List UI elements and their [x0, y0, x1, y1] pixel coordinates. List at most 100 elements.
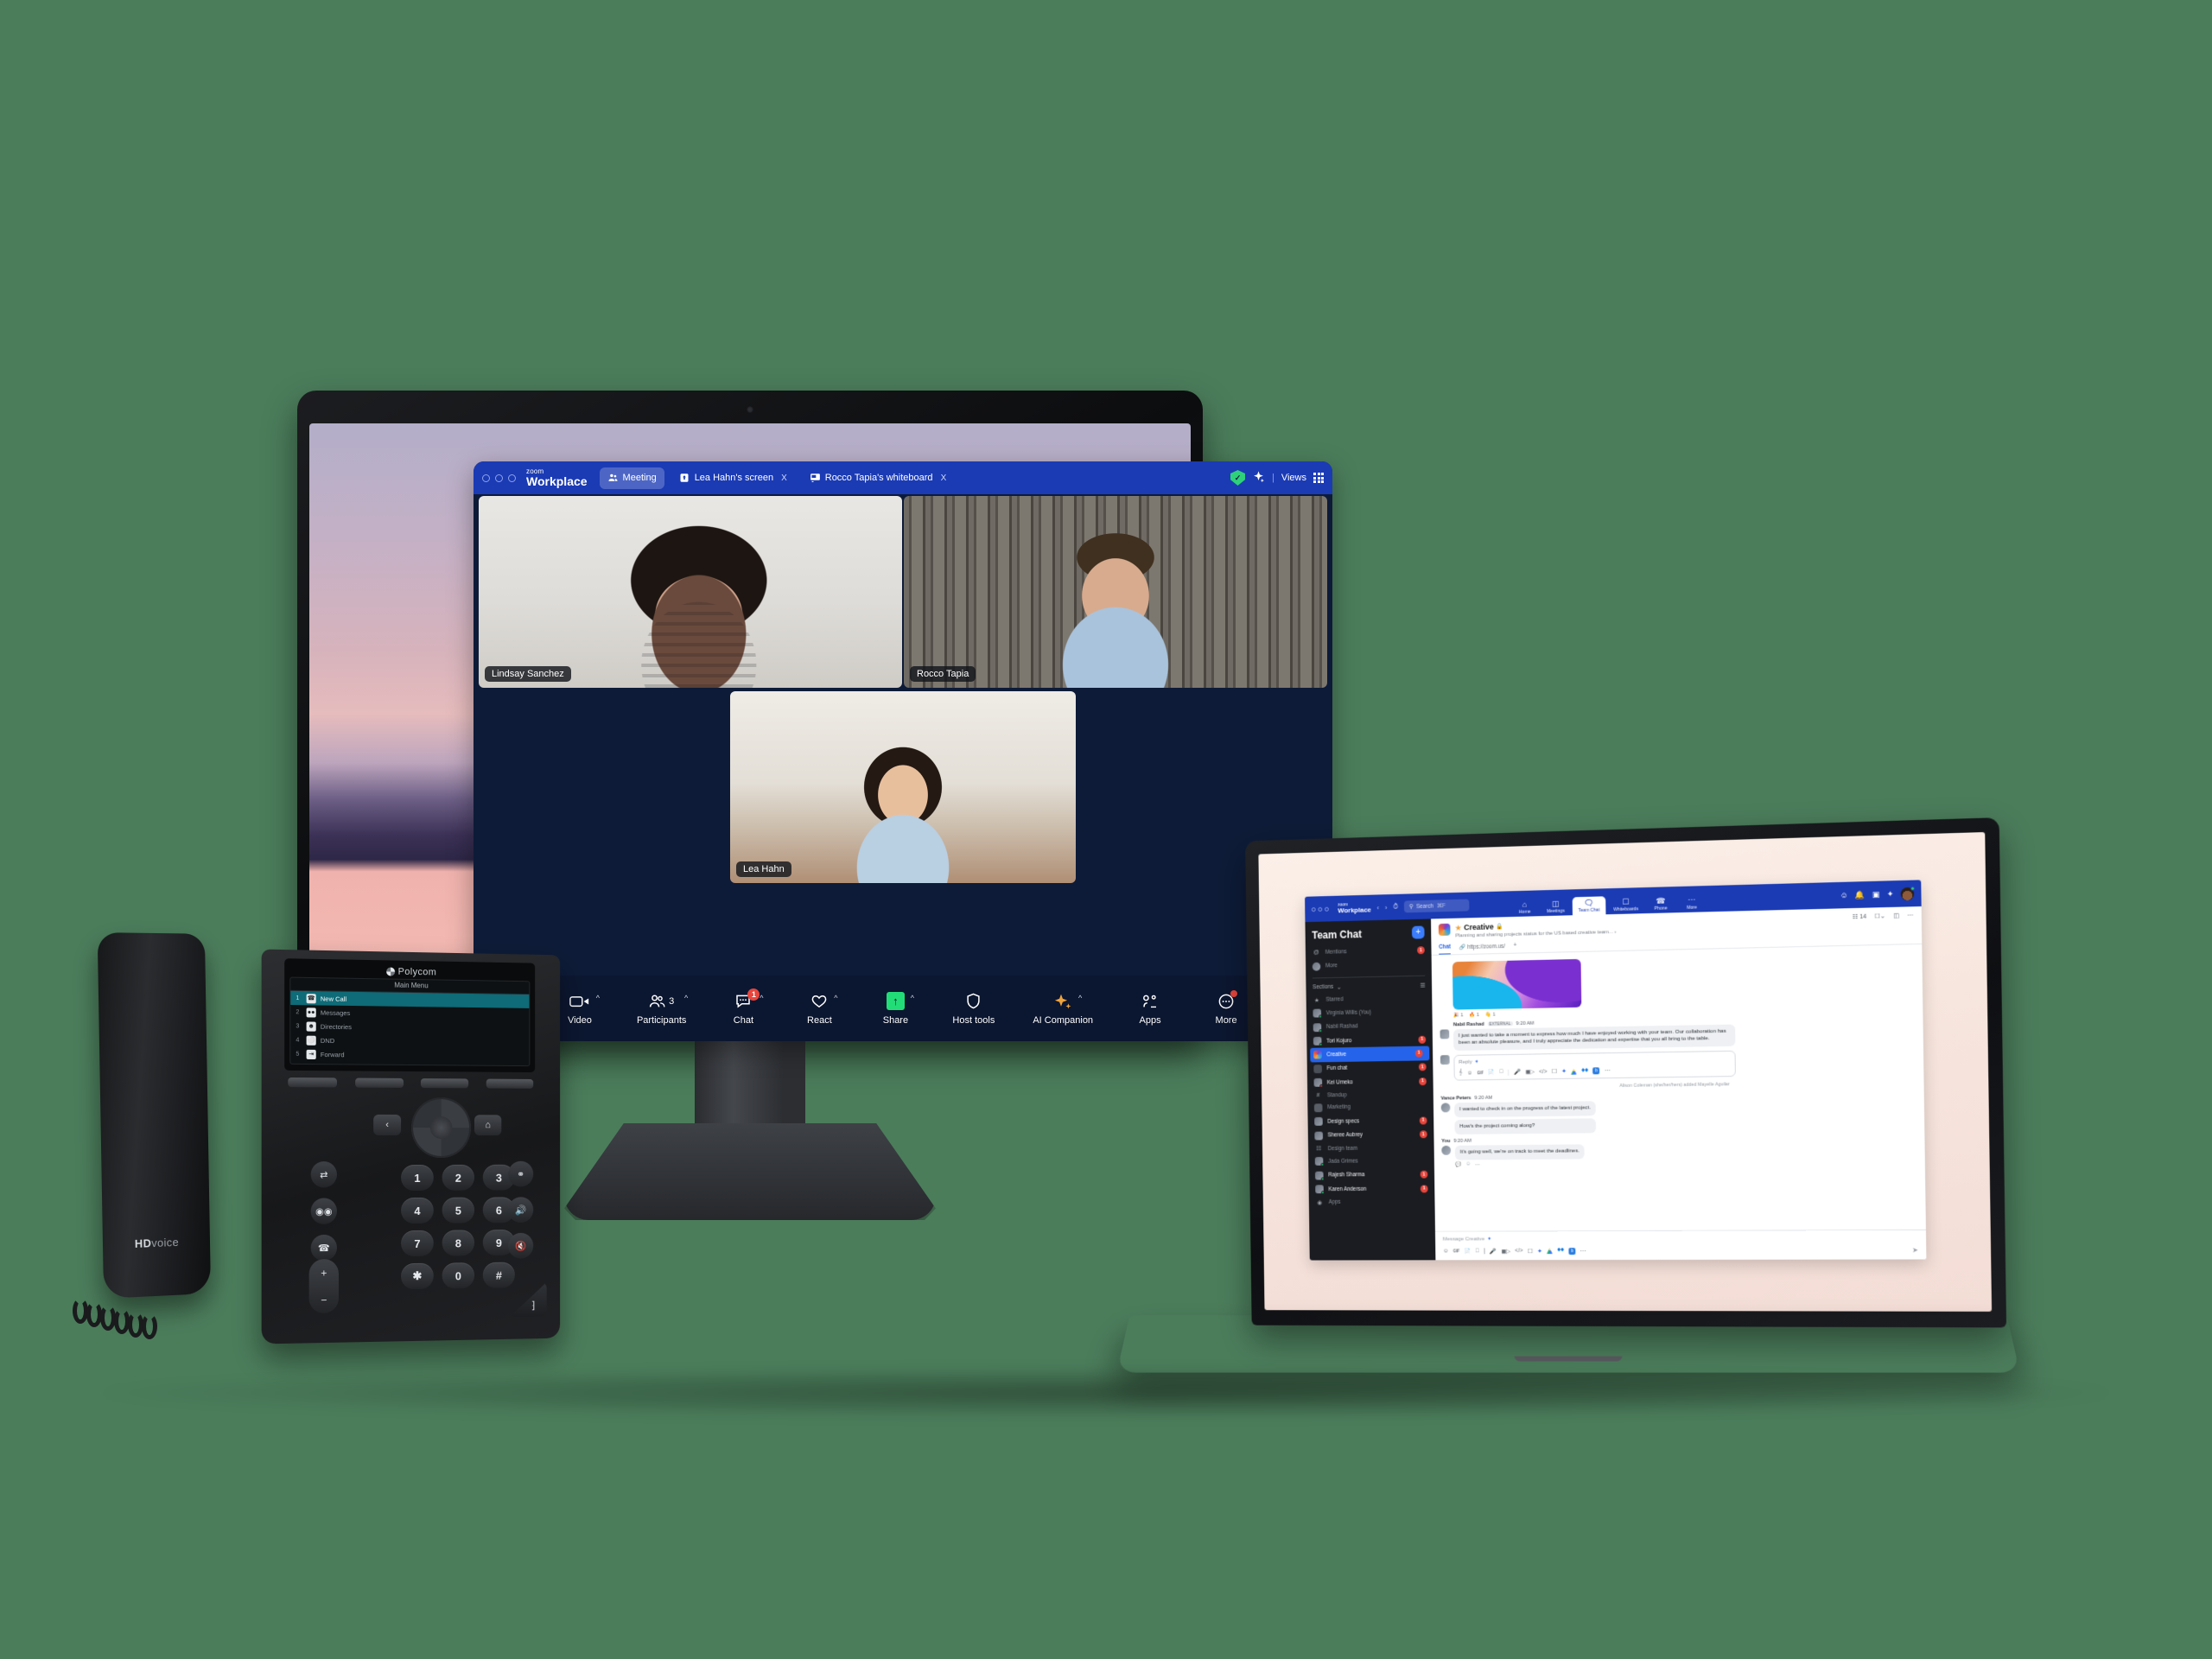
sidebar-item-design-team[interactable]: ☷ Design team	[1308, 1141, 1434, 1154]
participants-button[interactable]: 3 ^ Participants	[637, 992, 688, 1026]
volume-up-button[interactable]: +	[321, 1267, 327, 1279]
navigation-dpad[interactable]	[411, 1096, 472, 1159]
video-message-icon[interactable]: ◼▷	[1501, 1248, 1510, 1255]
sidebar-item-more[interactable]: More	[1306, 957, 1432, 973]
close-icon[interactable]: X	[941, 474, 947, 483]
more-ellipsis-icon[interactable]: ⋯	[1907, 912, 1913, 918]
tab-meetings[interactable]: ◫ Meetings	[1541, 897, 1571, 916]
keypad-key-2[interactable]: 2	[442, 1164, 475, 1191]
tab-more[interactable]: ⋯ More	[1677, 893, 1707, 912]
keypad-key-8[interactable]: 8	[442, 1230, 475, 1256]
sidebar-item-jada-grimes[interactable]: Jada Grimes	[1308, 1154, 1434, 1168]
host-tools-button[interactable]: Host tools	[952, 992, 995, 1026]
emoji-icon[interactable]: ☺	[1443, 1248, 1449, 1254]
chevron-up-icon[interactable]: ^	[760, 994, 763, 1002]
members-count[interactable]: ☷ 14	[1853, 913, 1867, 921]
box-icon[interactable]: b	[1592, 1067, 1600, 1075]
gif-icon[interactable]: GIF	[1477, 1071, 1484, 1075]
tab-home[interactable]: ⌂ Home	[1510, 898, 1540, 917]
more-ellipsis-icon[interactable]: ⋯	[1580, 1248, 1586, 1255]
channel-tab-chat[interactable]: Chat	[1439, 944, 1452, 955]
ai-companion-sparkle-icon[interactable]: ✦	[1561, 1068, 1567, 1075]
chevron-right-icon[interactable]: ›	[1385, 904, 1388, 912]
contacts-icon[interactable]: ☺	[1840, 891, 1848, 899]
shield-check-icon[interactable]: ✓	[1230, 470, 1245, 486]
audio-message-icon[interactable]: 🎤	[1490, 1248, 1497, 1255]
sidebar-item-design-specs[interactable]: Design specs 1	[1307, 1114, 1433, 1129]
format-text-icon[interactable]: 𝄞	[1459, 1070, 1462, 1077]
window-traffic-lights[interactable]	[482, 474, 516, 482]
home-button[interactable]: ⌂	[474, 1115, 502, 1136]
keypad-key-7[interactable]: 7	[401, 1230, 434, 1257]
phone-softkeys[interactable]	[288, 1077, 534, 1089]
reply-icon[interactable]: 💬	[1455, 1162, 1461, 1168]
gif-icon[interactable]: GIF	[1453, 1249, 1459, 1253]
ai-companion-button[interactable]: ^ AI Companion	[1033, 992, 1093, 1026]
window-traffic-lights[interactable]	[1311, 906, 1329, 912]
chevron-up-icon[interactable]: ^	[684, 994, 688, 1002]
screenshot-icon[interactable]: ⎕	[1476, 1248, 1479, 1255]
sidebar-item-karen-anderson[interactable]: Karen Anderson 1	[1309, 1181, 1435, 1196]
screen-share-icon[interactable]: ☐	[1528, 1248, 1533, 1255]
chevron-up-icon[interactable]: ^	[911, 994, 914, 1002]
headset-icon[interactable]: ⚭	[508, 1160, 534, 1187]
ai-companion-sparkle-icon[interactable]: ✦	[1487, 1236, 1491, 1242]
more-ellipsis-icon[interactable]: ⋯	[1475, 1162, 1480, 1168]
file-icon[interactable]: 📄	[1488, 1070, 1495, 1077]
start-meeting-button[interactable]: ☐⌄	[1874, 912, 1885, 919]
tab-phone[interactable]: ☎ Phone	[1646, 894, 1675, 913]
channel-tab-link[interactable]: 🔗 https://zoom.us/	[1459, 943, 1506, 954]
views-button[interactable]: Views	[1281, 473, 1306, 483]
keypad-key-5[interactable]: 5	[442, 1197, 475, 1224]
reply-box[interactable]: Reply ✦ 𝄞 ☺ GIF 📄 ⎕ | 🎤 ◼▷ </> ☐ ✦ b ⋯	[1453, 1051, 1736, 1082]
voicemail-icon[interactable]: ◉◉	[310, 1198, 337, 1224]
chevron-up-icon[interactable]: ^	[596, 994, 600, 1002]
message-author[interactable]: Vance Peters	[1441, 1096, 1471, 1102]
add-channel-tab-button[interactable]: +	[1514, 943, 1517, 952]
keypad-key-hash[interactable]: #	[482, 1262, 515, 1288]
more-ellipsis-icon[interactable]: ⋯	[1605, 1068, 1611, 1075]
message-image-attachment[interactable]	[1452, 958, 1582, 1010]
screenshot-icon[interactable]: ⎕	[1500, 1069, 1503, 1076]
keypad-key-0[interactable]: 0	[442, 1262, 475, 1289]
keypad-key-4[interactable]: 4	[401, 1197, 434, 1224]
volume-down-button[interactable]: −	[321, 1294, 327, 1306]
video-message-icon[interactable]: ◼▷	[1525, 1069, 1534, 1076]
ai-companion-sparkle-icon[interactable]	[1252, 470, 1265, 486]
code-snippet-icon[interactable]: </>	[1539, 1069, 1547, 1075]
file-icon[interactable]: 📄	[1465, 1248, 1471, 1255]
send-icon[interactable]: ➤	[1912, 1246, 1918, 1254]
keypad-key-1[interactable]: 1	[401, 1164, 434, 1192]
video-tile-rocco-tapia[interactable]: Rocco Tapia	[904, 496, 1327, 688]
calendar-icon[interactable]: ◫	[1893, 912, 1899, 919]
ai-companion-sparkle-icon[interactable]: ✦	[1537, 1248, 1542, 1255]
video-tile-lindsay-sanchez[interactable]: Lindsay Sanchez	[479, 496, 902, 688]
bell-notification-icon[interactable]: 🔔	[1855, 890, 1866, 899]
tab-rocco-tapia-whiteboard[interactable]: Rocco Tapia's whiteboard X	[802, 467, 954, 489]
sidebar-item-marketing[interactable]: Marketing	[1307, 1099, 1433, 1115]
speaker-icon[interactable]: 🔊	[508, 1197, 534, 1224]
search-input[interactable]: ⚲ Search ⌘F	[1403, 899, 1470, 913]
volume-rocker[interactable]: + −	[308, 1258, 339, 1314]
clock-history-icon[interactable]: ⏱	[1393, 903, 1398, 912]
react-button[interactable]: ^ React	[800, 992, 838, 1026]
sidebar-item-apps[interactable]: ◉ Apps	[1309, 1196, 1435, 1209]
filter-icon[interactable]: ☰	[1421, 982, 1426, 988]
keypad-key-star[interactable]: ✱	[401, 1262, 434, 1290]
message-author[interactable]: Nabil Rashad	[1453, 1021, 1484, 1027]
add-reaction-icon[interactable]: ☺	[1465, 1162, 1471, 1168]
video-tile-lea-hahn[interactable]: Lea Hahn	[730, 691, 1076, 883]
sidebar-item-kei-umeko[interactable]: Kei Umeko 1	[1307, 1074, 1433, 1090]
back-button[interactable]: ‹	[373, 1114, 402, 1135]
code-snippet-icon[interactable]: </>	[1515, 1248, 1522, 1254]
message-composer[interactable]: Message Creative ✦ ☺ GIF 📄 ⎕ | 🎤 ◼▷ </> …	[1434, 1229, 1927, 1261]
user-avatar[interactable]	[1900, 886, 1916, 900]
tab-team-chat[interactable]: 🗨 Team Chat	[1572, 896, 1606, 916]
grid-layout-icon[interactable]	[1313, 473, 1324, 483]
dropbox-icon[interactable]	[1557, 1248, 1564, 1255]
chevron-left-icon[interactable]: ‹	[1376, 904, 1379, 912]
panel-layout-icon[interactable]: ▣	[1872, 889, 1880, 899]
new-chat-button[interactable]: +	[1411, 925, 1425, 939]
tab-whiteboards[interactable]: ☐ Whiteboards	[1607, 895, 1644, 914]
ai-companion-sparkle-icon[interactable]: ✦	[1887, 889, 1894, 899]
